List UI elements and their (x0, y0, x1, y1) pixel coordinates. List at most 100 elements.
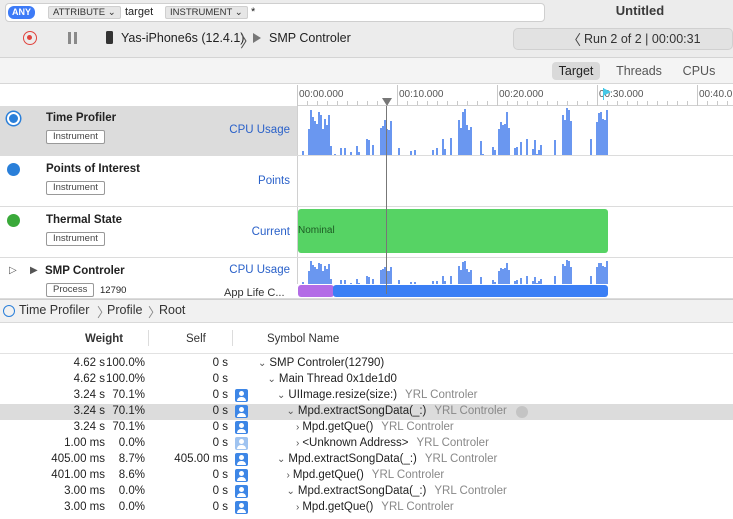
table-row[interactable]: 3.00 ms 0.0% 0 s › Mpd.getQue() YRL Controler (0, 500, 733, 516)
process-expand-icon[interactable]: ▶ (30, 265, 38, 276)
chevron-right-icon[interactable]: › (296, 422, 299, 433)
cpu-usage-bar (508, 270, 510, 284)
cpu-usage-bar (398, 148, 400, 155)
chevron-down-icon[interactable]: ⌄ (287, 406, 295, 417)
cpu-usage-bar (340, 280, 342, 284)
chevron-down-icon[interactable]: ⌄ (287, 486, 295, 497)
previous-run-chevron-icon[interactable]: 〈 (567, 30, 581, 50)
thermal-nominal-band[interactable] (298, 209, 608, 253)
table-row[interactable]: 4.62 s 100.0% 0 s ⌄ Main Thread 0x1de1d0 (0, 372, 733, 388)
weight-value: 401.00 ms (51, 469, 105, 481)
symbol-cell[interactable]: ⌄ SMP Controler(12790) (258, 357, 384, 369)
table-row[interactable]: 3.24 s 70.1% 0 s ⌄ Mpd.extractSongData(_:) YR… (0, 404, 733, 420)
cpu-usage-bar (540, 145, 542, 155)
user-code-icon (235, 405, 248, 418)
track-points-of-interest[interactable]: Points of Interest Instrument Points (0, 156, 733, 207)
symbol-cell[interactable]: ⌄ Mpd.extractSongData(_:) YRL Controler (287, 485, 507, 497)
pause-button[interactable] (68, 32, 78, 44)
ruler-label: 00:00.000 (299, 89, 344, 100)
symbol-cell[interactable]: ⌄ Main Thread 0x1de1d0 (268, 373, 397, 385)
table-row[interactable]: 1.00 ms 0.0% 0 s › <Unknown Address> YRL Cont… (0, 436, 733, 452)
symbol-cell[interactable]: ⌄ UIImage.resize(size:) YRL Controler (277, 389, 477, 401)
symbol-cell[interactable]: › Mpd.getQue() YRL Controler (287, 469, 445, 481)
weight-percent: 100.0% (105, 373, 145, 385)
cpu-usage-bar (368, 140, 370, 155)
table-row[interactable]: 3.24 s 70.1% 0 s ⌄ UIImage.resize(size:) YRL … (0, 388, 733, 404)
flag-marker-icon[interactable] (603, 88, 611, 96)
focus-arrow-icon[interactable] (516, 406, 528, 418)
table-row[interactable]: 3.24 s 70.1% 0 s › Mpd.getQue() YRL Controler (0, 420, 733, 436)
breadcrumb-time-profiler[interactable]: Time Profiler (19, 303, 89, 317)
cpu-usage-bar (350, 152, 352, 155)
filter-attribute-token[interactable]: ATTRIBUTE ⌄ (48, 6, 121, 19)
column-weight[interactable]: Weight (85, 333, 123, 345)
ruler-minor-tick (627, 101, 628, 105)
disclosure-triangle-icon[interactable]: ▷ (9, 265, 17, 276)
app-life-cycle-label: App Life C... (224, 287, 285, 299)
app-launching-band[interactable] (298, 285, 334, 297)
chevron-right-icon[interactable]: › (287, 470, 290, 481)
symbol-cell[interactable]: ⌄ Mpd.extractSongData(_:) YRL Controler (277, 453, 497, 465)
cpu-usage-graph[interactable] (297, 258, 733, 284)
symbol-cell[interactable]: › Mpd.getQue() YRL Controler (296, 421, 454, 433)
playhead[interactable] (386, 106, 387, 294)
track-thermal-state[interactable]: Thermal State Instrument Current Nominal (0, 207, 733, 258)
column-divider[interactable] (232, 330, 233, 346)
tab-threads[interactable]: Threads (609, 62, 669, 80)
track-type-label[interactable]: CPU Usage (229, 124, 290, 136)
ruler-minor-tick (417, 101, 418, 105)
ruler-minor-tick (667, 101, 668, 105)
user-code-icon (235, 389, 248, 402)
column-symbol-name[interactable]: Symbol Name (267, 333, 339, 345)
symbol-cell[interactable]: ⌄ Mpd.extractSongData(_:) YRL Controler (287, 405, 507, 417)
timeline-ruler[interactable]: 00:00.000 00:10.000 00:20.000 00:30.000 … (297, 85, 733, 106)
ruler-minor-tick (487, 101, 488, 105)
track-type-label[interactable]: CPU Usage (229, 264, 290, 276)
table-row[interactable]: 4.62 s 100.0% 0 s ⌄ SMP Controler(12790) (0, 356, 733, 372)
chevron-down-icon[interactable]: ⌄ (268, 374, 276, 385)
chevron-right-icon[interactable]: › (296, 438, 299, 449)
cpu-usage-bar (302, 282, 304, 284)
chevron-right-icon[interactable]: › (296, 502, 299, 513)
chevron-down-icon[interactable]: ⌄ (258, 358, 266, 369)
breadcrumb-profile[interactable]: Profile (107, 303, 142, 317)
user-code-icon (235, 485, 248, 498)
device-selector[interactable]: Yas-iPhone6s (12.4.1) (121, 31, 244, 45)
breadcrumb-root[interactable]: Root (159, 303, 185, 317)
cpu-usage-bar (436, 281, 438, 284)
table-row[interactable]: 405.00 ms 8.7% 405.00 ms ⌄ Mpd.extractSongDa… (0, 452, 733, 468)
filter-instrument-token[interactable]: INSTRUMENT ⌄ (165, 6, 248, 19)
points-graph[interactable] (297, 156, 733, 206)
tab-cpus[interactable]: CPUs (675, 62, 723, 80)
ruler-minor-tick (567, 101, 568, 105)
track-smp-controler[interactable]: ▷ ▶ SMP Controler Process 12790 CPU Usag… (0, 258, 733, 299)
track-time-profiler[interactable]: Time Profiler Instrument CPU Usage (0, 106, 733, 156)
user-code-icon (235, 437, 248, 450)
table-row[interactable]: 401.00 ms 8.6% 0 s › Mpd.getQue() YRL Control… (0, 468, 733, 484)
filter-attribute-value[interactable]: target (125, 6, 153, 18)
ruler-label: 00:40.0 (699, 89, 733, 100)
playhead-handle[interactable] (382, 98, 392, 106)
run-status: Run 2 of 2 | 00:00:31 (584, 32, 701, 46)
self-value: 0 s (212, 437, 228, 449)
tab-target[interactable]: Target (552, 62, 600, 80)
table-row[interactable]: 3.00 ms 0.0% 0 s ⌄ Mpd.extractSongData(_:) YR… (0, 484, 733, 500)
symbol-cell[interactable]: › <Unknown Address> YRL Controler (296, 437, 489, 449)
cpu-usage-bar (390, 121, 392, 155)
filter-any-token[interactable]: ANY (8, 6, 36, 19)
filter-instrument-value[interactable]: * (251, 6, 255, 18)
record-button[interactable] (23, 31, 37, 45)
symbol-cell[interactable]: › Mpd.getQue() YRL Controler (296, 501, 454, 513)
cpu-usage-bar (344, 148, 346, 155)
column-self[interactable]: Self (186, 333, 206, 345)
chevron-down-icon[interactable]: ⌄ (277, 454, 285, 465)
target-selector[interactable]: SMP Controler (269, 31, 351, 45)
thermometer-icon (7, 214, 20, 227)
track-type-label[interactable]: Points (258, 175, 290, 187)
column-divider[interactable] (148, 330, 149, 346)
weight-value: 405.00 ms (51, 453, 105, 465)
app-foreground-band[interactable] (333, 285, 608, 297)
track-type-label[interactable]: Current (252, 226, 290, 238)
cpu-usage-graph[interactable] (297, 106, 733, 155)
chevron-down-icon[interactable]: ⌄ (277, 390, 285, 401)
